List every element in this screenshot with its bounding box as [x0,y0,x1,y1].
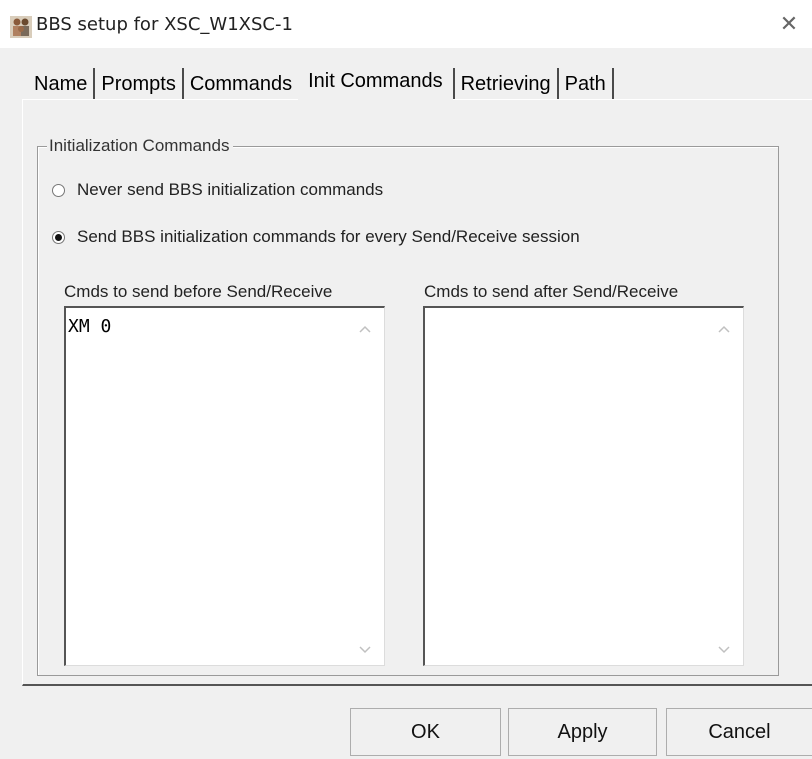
window-title: BBS setup for XSC_W1XSC-1 [36,14,293,35]
radio-send-every-session-indicator[interactable] [52,230,65,244]
radio-send-every-session[interactable]: Send BBS initialization commands for eve… [52,227,580,247]
ok-button[interactable]: OK [350,708,501,756]
radio-send-every-session-label: Send BBS initialization commands for eve… [77,227,580,246]
chevron-down-icon[interactable] [717,643,731,657]
before-commands-textbox[interactable]: XM 0 [64,306,385,666]
apply-button[interactable]: Apply [508,708,657,756]
tab-retrieving[interactable]: Retrieving [452,68,559,100]
bbs-people-icon [10,16,32,38]
radio-never-send[interactable]: Never send BBS initialization commands [52,180,383,200]
chevron-down-icon[interactable] [358,643,372,657]
after-commands-textbox[interactable] [423,306,744,666]
radio-never-send-label: Never send BBS initialization commands [77,180,384,199]
close-icon: ✕ [779,11,799,36]
tab-init-commands[interactable]: Init Commands [298,66,453,100]
cancel-button[interactable]: Cancel [666,708,812,756]
before-commands-text: XM 0 [68,316,112,337]
after-list-label: Cmds to send after Send/Receive [424,282,679,301]
before-list-label: Cmds to send before Send/Receive [64,282,333,301]
tab-name[interactable]: Name [28,68,96,100]
title-bar[interactable]: BBS setup for XSC_W1XSC-1 ✕ [0,0,812,48]
tab-commands[interactable]: Commands [184,68,298,100]
tab-prompts[interactable]: Prompts [95,68,184,100]
tab-strip: Name Prompts Commands Init Commands Retr… [28,66,614,100]
chevron-up-icon[interactable] [358,322,372,336]
chevron-up-icon[interactable] [717,322,731,336]
groupbox-legend: Initialization Commands [47,136,234,156]
close-button[interactable]: ✕ [766,0,812,48]
bbs-setup-dialog: BBS setup for XSC_W1XSC-1 ✕ Name Prompts… [0,0,812,759]
tab-path[interactable]: Path [559,68,614,100]
radio-never-send-indicator[interactable] [52,183,65,197]
